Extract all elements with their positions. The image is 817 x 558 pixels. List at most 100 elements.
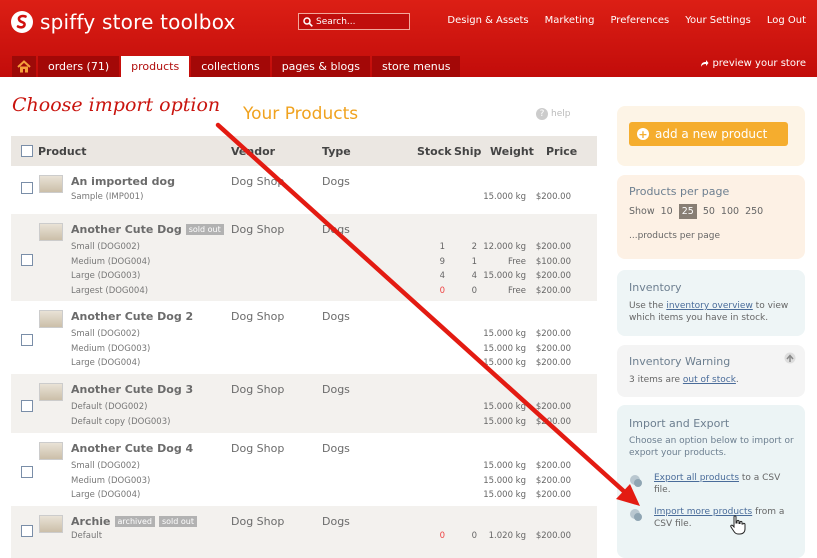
variant-price: $200.00: [535, 531, 571, 541]
product-thumbnail[interactable]: [39, 310, 63, 328]
product-type: Dogs: [322, 223, 350, 236]
add-product-button[interactable]: + add a new product: [629, 122, 788, 146]
inventory-warning-title: Inventory Warning: [629, 355, 731, 368]
nav-your-settings[interactable]: Your Settings: [685, 15, 751, 26]
header-stock[interactable]: Stock: [417, 145, 452, 158]
import-text: Import more products from a CSV file.: [654, 506, 796, 530]
export-icon: [630, 475, 642, 487]
export-products-link[interactable]: Export all products: [654, 473, 739, 483]
variant-price: $200.00: [535, 271, 571, 282]
per-page-option[interactable]: 250: [745, 206, 763, 217]
inventory-overview-link[interactable]: inventory overview: [666, 301, 753, 311]
out-of-stock-link[interactable]: out of stock: [683, 375, 736, 385]
help-link[interactable]: ? help: [536, 108, 570, 120]
table-row: Another Cute Dog sold out Dog Shop Dogs Smal…: [11, 214, 597, 301]
tab-pages-blogs[interactable]: pages & blogs: [271, 56, 370, 77]
variant-label: Small (DOG002): [71, 329, 140, 339]
warning-text-pre: 3 items are: [629, 375, 683, 385]
product-vendor: Dog Shop: [231, 223, 285, 236]
per-page-option[interactable]: 10: [661, 206, 673, 217]
product-link[interactable]: Another Cute Dog 2: [71, 310, 193, 323]
inventory-text-pre: Use the: [629, 301, 667, 311]
variant-stock: 9: [439, 256, 445, 267]
nav-design-assets[interactable]: Design & Assets: [447, 15, 528, 26]
table-header: Product Vendor Type Stock Ship Weight Pr…: [11, 136, 597, 166]
annotation-text: Choose import option: [12, 94, 221, 116]
add-product-panel: + add a new product: [617, 106, 805, 166]
variant-label: Largest (DOG004): [71, 286, 149, 297]
product-thumbnail[interactable]: [39, 175, 63, 193]
product-thumbnail[interactable]: [39, 223, 63, 241]
inventory-title: Inventory: [629, 281, 682, 294]
help-label: help: [551, 109, 571, 119]
product-link[interactable]: Another Cute Dog: [71, 223, 182, 236]
row-checkbox[interactable]: [21, 253, 33, 266]
per-page-option[interactable]: 50: [703, 206, 715, 217]
tab-orders[interactable]: orders (71): [38, 56, 120, 77]
product-vendor: Dog Shop: [231, 442, 285, 455]
variant-label: Small (DOG002): [71, 242, 140, 252]
tab-store-menus[interactable]: store menus: [371, 56, 461, 77]
row-checkbox[interactable]: [21, 465, 33, 478]
variant-label: Small (DOG002): [71, 461, 140, 471]
product-vendor: Dog Shop: [231, 310, 285, 323]
collapse-icon[interactable]: [784, 352, 796, 364]
per-page-show-label: Show: [629, 206, 655, 217]
variant-label: Medium (DOG003): [71, 475, 151, 486]
product-type: Dogs: [322, 175, 350, 188]
product-name: Another Cute Dog 4: [71, 442, 193, 455]
header-product[interactable]: Product: [38, 145, 87, 158]
per-page-option-selected[interactable]: 25: [678, 204, 697, 219]
top-navigation: Design & Assets Marketing Preferences Yo…: [447, 15, 806, 26]
product-link[interactable]: An imported dog: [71, 175, 175, 188]
app-logo[interactable]: spiffy store toolbox: [10, 9, 236, 35]
table-row: Another Cute Dog 3 Dog Shop Dogs Default (D…: [11, 374, 597, 433]
warning-text-post: .: [735, 375, 739, 385]
search-input[interactable]: Search...: [298, 13, 410, 30]
row-checkbox[interactable]: [21, 525, 33, 537]
per-page-panel: Products per page Show 10 25 50 100 250 …: [617, 175, 805, 259]
product-vendor: Dog Shop: [231, 383, 285, 396]
product-thumbnail[interactable]: [39, 442, 63, 460]
product-name: Another Cute Dog 2: [71, 310, 193, 323]
row-checkbox[interactable]: [21, 333, 33, 346]
select-all-checkbox[interactable]: [21, 145, 33, 157]
product-vendor: Dog Shop: [231, 175, 285, 188]
header-price[interactable]: Price: [546, 145, 577, 158]
per-page-option[interactable]: 100: [721, 206, 739, 217]
tab-collections[interactable]: collections: [191, 56, 270, 77]
import-export-panel: Import and Export Choose an option below…: [617, 405, 805, 558]
product-name: Another Cute Dog 3: [71, 383, 193, 396]
preview-store-link[interactable]: preview your store: [699, 58, 806, 69]
variant-label: Large (DOG003): [71, 271, 141, 282]
product-thumbnail[interactable]: [39, 515, 63, 533]
tab-products[interactable]: products: [121, 56, 190, 77]
product-link[interactable]: Archie: [71, 515, 111, 528]
product-vendor: Dog Shop: [231, 515, 285, 528]
nav-marketing[interactable]: Marketing: [545, 15, 595, 26]
table-row: An imported dog Dog Shop Dogs Sample (IMP00…: [11, 166, 597, 214]
header-ship[interactable]: Ship: [454, 145, 481, 158]
preview-icon: [701, 59, 709, 67]
table-row: Another Cute Dog 2 Dog Shop Dogs Small (DOG…: [11, 301, 597, 374]
tab-home[interactable]: [12, 56, 36, 77]
product-link[interactable]: Another Cute Dog 4: [71, 442, 193, 455]
nav-preferences[interactable]: Preferences: [610, 15, 669, 26]
inventory-text: Use the inventory overview to view which…: [629, 300, 797, 324]
page-title: Your Products: [243, 104, 359, 124]
per-page-options: Show 10 25 50 100 250: [629, 204, 763, 219]
header-weight[interactable]: Weight: [490, 145, 534, 158]
variant-price: $100.00: [535, 256, 571, 267]
product-name: An imported dog: [71, 175, 175, 188]
row-checkbox[interactable]: [21, 182, 33, 194]
nav-log-out[interactable]: Log Out: [767, 15, 806, 26]
cursor-hand-icon: [730, 515, 746, 535]
variant-price: $200.00: [535, 490, 571, 501]
product-type: Dogs: [322, 442, 350, 455]
variant-label: Default: [71, 531, 103, 541]
product-link[interactable]: Another Cute Dog 3: [71, 383, 193, 396]
product-thumbnail[interactable]: [39, 383, 63, 401]
header-vendor[interactable]: Vendor: [231, 145, 275, 158]
header-type[interactable]: Type: [322, 145, 351, 158]
row-checkbox[interactable]: [21, 399, 33, 412]
